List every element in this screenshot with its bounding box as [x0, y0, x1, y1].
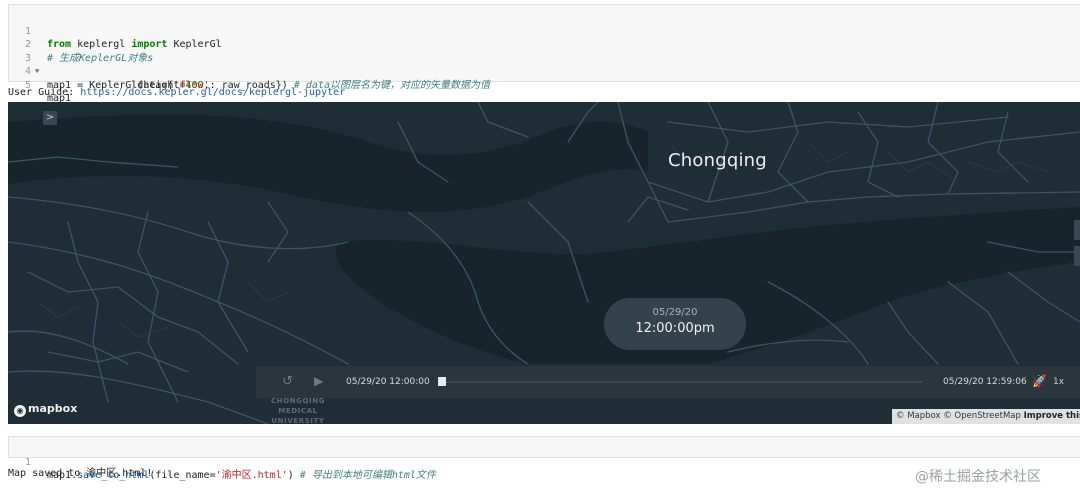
play-icon[interactable]: ▶: [314, 374, 323, 388]
code-line-3: 3 ▼ map1 = KeplerGl(height=400,: [9, 38, 1080, 91]
watermark: @稀土掘金技术社区: [915, 469, 1041, 485]
playback-start-time: 05/29/20 12:00:00: [346, 377, 430, 387]
city-label: Chongqing: [668, 150, 767, 171]
code-line-2: 2 # 生成KeplerGL对象s: [9, 25, 1080, 64]
current-time: 12:00:00pm: [635, 321, 715, 336]
mapbox-logo[interactable]: ◉ mapbox: [14, 402, 77, 417]
map-control-button[interactable]: [1074, 220, 1080, 240]
time-playback-bar: ↺ ▶ 05/29/20 12:00:00 05/29/20 12:59:06 …: [256, 366, 1080, 398]
code-text: ): [287, 470, 300, 481]
current-date: 05/29/20: [652, 307, 698, 318]
playback-speed[interactable]: 1x: [1053, 377, 1064, 387]
user-guide-output: User Guide: https://docs.kepler.gl/docs/…: [8, 87, 345, 98]
code-line-4: 4 data={'flow': raw_roads}) # data以图层名为键…: [9, 52, 1080, 91]
user-guide-label: User Guide:: [8, 87, 81, 98]
map-control-button[interactable]: [1074, 246, 1080, 266]
current-time-display: 05/29/20 12:00:00pm: [604, 298, 746, 350]
code-string: '渝中区.html': [215, 470, 288, 481]
osm-attribution-link[interactable]: © OpenStreetMap: [943, 411, 1021, 421]
mapbox-attribution-link[interactable]: © Mapbox: [896, 411, 941, 421]
side-panel-toggle-button[interactable]: >: [43, 111, 57, 125]
user-guide-link[interactable]: https://docs.kepler.gl/docs/keplergl-jup…: [80, 87, 345, 98]
kepler-map[interactable]: > Chongqing 05/29/20 12:00:00pm CHONGQIN…: [8, 102, 1080, 424]
code-line-5: 5 map1: [9, 65, 1080, 105]
mapbox-logo-text: mapbox: [28, 402, 78, 415]
code-cell-1[interactable]: 1 from keplergl import KeplerGl 2 # 生成Ke…: [8, 4, 1080, 105]
reset-icon[interactable]: ↺: [282, 374, 293, 389]
save-output: Map saved to 渝中区.html!: [8, 468, 153, 479]
playback-slider-track[interactable]: [440, 381, 922, 383]
mapbox-logo-icon: ◉: [14, 405, 26, 417]
code-line-1: 1 from keplergl import KeplerGl: [9, 11, 1080, 51]
map-attribution: © Mapbox © OpenStreetMap Improve this: [892, 409, 1080, 424]
playback-end-time: 05/29/20 12:59:06: [943, 377, 1027, 387]
playback-slider-handle[interactable]: [438, 377, 446, 386]
code-comment: # 导出到本地可编辑html文件: [299, 470, 436, 481]
code-cell-2[interactable]: 1 map1.save_to_html(file_name='渝中区.html'…: [8, 436, 1080, 482]
university-label: CHONGQING MEDICAL UNIVERSITY: [270, 397, 326, 424]
code-text: (file_name=: [149, 470, 216, 481]
code-line-1: 1 map1.save_to_html(file_name='渝中区.html'…: [9, 442, 1080, 482]
improve-map-link[interactable]: Improve this: [1024, 411, 1080, 421]
rocket-speed-icon[interactable]: 🚀: [1032, 374, 1047, 388]
